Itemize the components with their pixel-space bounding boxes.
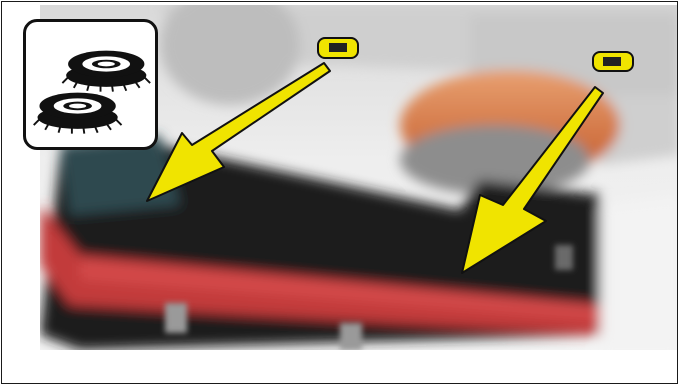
side-brushes-icon — [23, 19, 158, 150]
illustration-frame — [1, 1, 678, 384]
